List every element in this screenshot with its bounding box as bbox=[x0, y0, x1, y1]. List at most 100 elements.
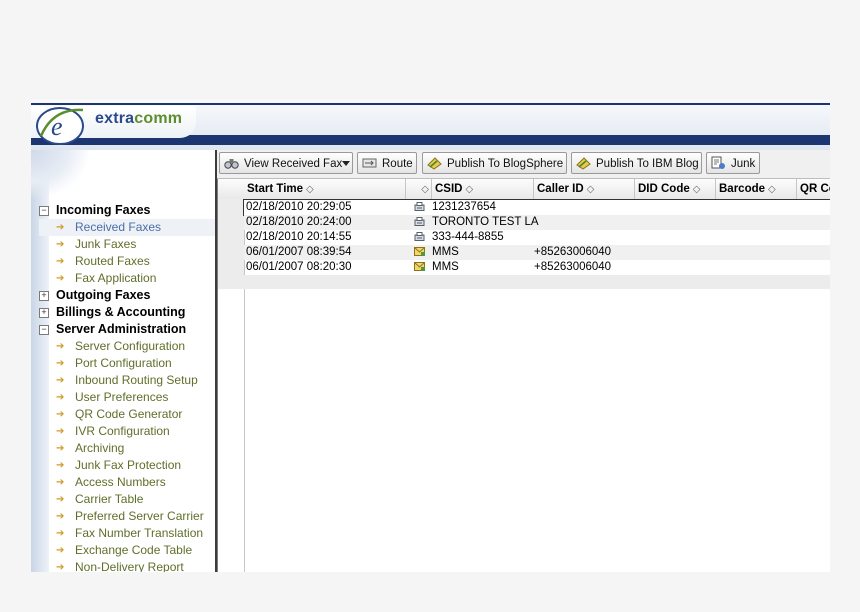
column-header-caller-id[interactable]: Caller ID ◇ bbox=[534, 179, 635, 199]
fax-icon bbox=[414, 232, 425, 241]
sidebar-swoosh-top bbox=[31, 150, 91, 200]
arrow-icon: ➔ bbox=[56, 392, 65, 403]
arrow-icon: ➔ bbox=[56, 256, 65, 267]
column-header-did-code[interactable]: DID Code ◇ bbox=[635, 179, 716, 199]
cell-caller-id: +85263006040 bbox=[534, 261, 612, 273]
tree-item-3-4[interactable]: ➔ QR Code Generator bbox=[39, 406, 215, 423]
tree-group-2[interactable]: + Billings & Accounting bbox=[39, 304, 215, 321]
table-divider bbox=[244, 289, 245, 572]
table-row[interactable]: 02/18/2010 20:29:05 1231237654 bbox=[243, 199, 830, 216]
tree-item-3-1[interactable]: ➔ Port Configuration bbox=[39, 355, 215, 372]
barcode-header-label: Barcode bbox=[719, 183, 766, 195]
cell-csid: 1231237654 bbox=[432, 201, 496, 213]
publish-icon bbox=[576, 157, 591, 170]
tree-item-3-11[interactable]: ➔ Fax Number Translation bbox=[39, 525, 215, 542]
fax-table: Start Time ◇ ◇ CSID ◇ Caller ID ◇ DID Code ◇… bbox=[217, 179, 830, 572]
fax-icon bbox=[414, 217, 425, 226]
collapse-icon[interactable]: − bbox=[39, 325, 49, 335]
collapse-icon[interactable]: − bbox=[39, 206, 49, 216]
tree-item-label: Received Faxes bbox=[75, 220, 162, 234]
column-header-csid[interactable]: CSID ◇ bbox=[432, 179, 534, 199]
tree-item-0-0[interactable]: ➔ Received Faxes bbox=[39, 219, 215, 236]
column-header-start-time[interactable]: Start Time ◇ bbox=[244, 179, 406, 199]
tree-item-3-7[interactable]: ➔ Junk Fax Protection bbox=[39, 457, 215, 474]
cell-start-time: 02/18/2010 20:14:55 bbox=[246, 231, 352, 243]
tree-item-3-0[interactable]: ➔ Server Configuration bbox=[39, 338, 215, 355]
cell-csid: 333-444-8855 bbox=[432, 231, 504, 243]
cell-caller-id: +85263006040 bbox=[534, 246, 612, 258]
arrow-icon: ➔ bbox=[56, 494, 65, 505]
arrow-icon: ➔ bbox=[56, 273, 65, 284]
tree-group-0[interactable]: − Incoming Faxes bbox=[39, 202, 215, 219]
caller-id-header-label: Caller ID bbox=[537, 183, 584, 195]
tree-item-3-13[interactable]: ➔ Non-Delivery Report bbox=[39, 559, 215, 572]
arrow-icon: ➔ bbox=[56, 511, 65, 522]
tree-item-0-3[interactable]: ➔ Fax Application bbox=[39, 270, 215, 287]
route-label: Route bbox=[382, 158, 413, 170]
app-window: e extracomm − Incoming Faxes ➔ Received Fax… bbox=[31, 100, 830, 572]
tree-item-label: Carrier Table bbox=[75, 492, 144, 506]
did-code-header-label: DID Code bbox=[638, 183, 690, 195]
sort-icon: ◇ bbox=[692, 184, 701, 195]
tree-item-label: IVR Configuration bbox=[75, 424, 170, 438]
tree-item-0-1[interactable]: ➔ Junk Faxes bbox=[39, 236, 215, 253]
tree-item-3-3[interactable]: ➔ User Preferences bbox=[39, 389, 215, 406]
binoculars-icon bbox=[224, 159, 239, 169]
junk-icon bbox=[711, 156, 725, 169]
tree-item-0-2[interactable]: ➔ Routed Faxes bbox=[39, 253, 215, 270]
table-row[interactable]: 02/18/2010 20:14:55 333-444-8855 bbox=[244, 230, 830, 245]
view-received-fax-button[interactable]: View Received Fax bbox=[219, 152, 353, 174]
column-header-qr-code[interactable]: QR Co bbox=[797, 179, 830, 199]
tree-item-label: Port Configuration bbox=[75, 356, 172, 370]
sort-icon: ◇ bbox=[421, 184, 429, 195]
table-row[interactable]: 02/18/2010 20:24:00 TORONTO TEST LA bbox=[244, 215, 830, 230]
tree-group-3[interactable]: − Server Administration bbox=[39, 321, 215, 338]
arrow-icon: ➔ bbox=[56, 545, 65, 556]
tree-item-3-5[interactable]: ➔ IVR Configuration bbox=[39, 423, 215, 440]
cell-csid: MMS bbox=[432, 246, 459, 258]
arrow-icon: ➔ bbox=[56, 562, 65, 572]
route-button[interactable]: Route bbox=[357, 152, 417, 174]
publish-ibm-blog-button[interactable]: Publish To IBM Blog bbox=[571, 152, 702, 174]
route-icon bbox=[362, 158, 377, 168]
logo-letter: e bbox=[51, 112, 63, 141]
view-received-fax-label: View Received Fax bbox=[244, 158, 343, 170]
tree-item-3-12[interactable]: ➔ Exchange Code Table bbox=[39, 542, 215, 559]
row-selector-column bbox=[218, 199, 245, 289]
tree-item-3-9[interactable]: ➔ Carrier Table bbox=[39, 491, 215, 508]
header-top-line bbox=[31, 103, 830, 105]
cell-start-time: 02/18/2010 20:24:00 bbox=[246, 216, 352, 228]
cell-start-time: 06/01/2007 08:20:30 bbox=[246, 261, 352, 273]
tree-item-label: User Preferences bbox=[75, 390, 169, 404]
junk-button[interactable]: Junk bbox=[706, 152, 760, 174]
tree-item-label: Preferred Server Carrier bbox=[75, 509, 204, 523]
cell-start-time: 06/01/2007 08:39:54 bbox=[246, 246, 352, 258]
cell-csid: TORONTO TEST LA bbox=[432, 216, 539, 228]
sidebar: − Incoming Faxes ➔ Received Faxes ➔ Junk Faxe… bbox=[31, 150, 217, 572]
column-header-barcode[interactable]: Barcode ◇ bbox=[716, 179, 797, 199]
chevron-down-icon[interactable] bbox=[342, 161, 350, 166]
arrow-icon: ➔ bbox=[56, 528, 65, 539]
tree-item-3-6[interactable]: ➔ Archiving bbox=[39, 440, 215, 457]
publish-ibm-blog-label: Publish To IBM Blog bbox=[596, 158, 699, 170]
column-header-type[interactable]: ◇ bbox=[406, 179, 432, 199]
tree-item-3-10[interactable]: ➔ Preferred Server Carrier bbox=[39, 508, 215, 525]
arrow-icon: ➔ bbox=[56, 443, 65, 454]
table-empty-row bbox=[244, 275, 830, 289]
expand-icon[interactable]: + bbox=[39, 291, 49, 301]
arrow-icon: ➔ bbox=[56, 409, 65, 420]
tree-item-label: Junk Faxes bbox=[75, 237, 137, 251]
tree-group-1[interactable]: + Outgoing Faxes bbox=[39, 287, 215, 304]
table-row[interactable]: 06/01/2007 08:20:30 MMS +85263006040 bbox=[244, 260, 830, 275]
arrow-icon: ➔ bbox=[56, 460, 65, 471]
publish-blogsphere-button[interactable]: Publish To BlogSphere bbox=[422, 152, 567, 174]
cell-start-time: 02/18/2010 20:29:05 bbox=[246, 201, 352, 213]
toolbar: View Received Fax Route Publish To BlogS… bbox=[217, 150, 830, 179]
tree-item-3-2[interactable]: ➔ Inbound Routing Setup bbox=[39, 372, 215, 389]
header-bar: e extracomm bbox=[31, 100, 830, 150]
arrow-icon: ➔ bbox=[56, 358, 65, 369]
expand-icon[interactable]: + bbox=[39, 308, 49, 318]
tree-item-label: Non-Delivery Report bbox=[75, 560, 184, 572]
tree-item-3-8[interactable]: ➔ Access Numbers bbox=[39, 474, 215, 491]
table-row[interactable]: 06/01/2007 08:39:54 MMS +85263006040 bbox=[244, 245, 830, 260]
